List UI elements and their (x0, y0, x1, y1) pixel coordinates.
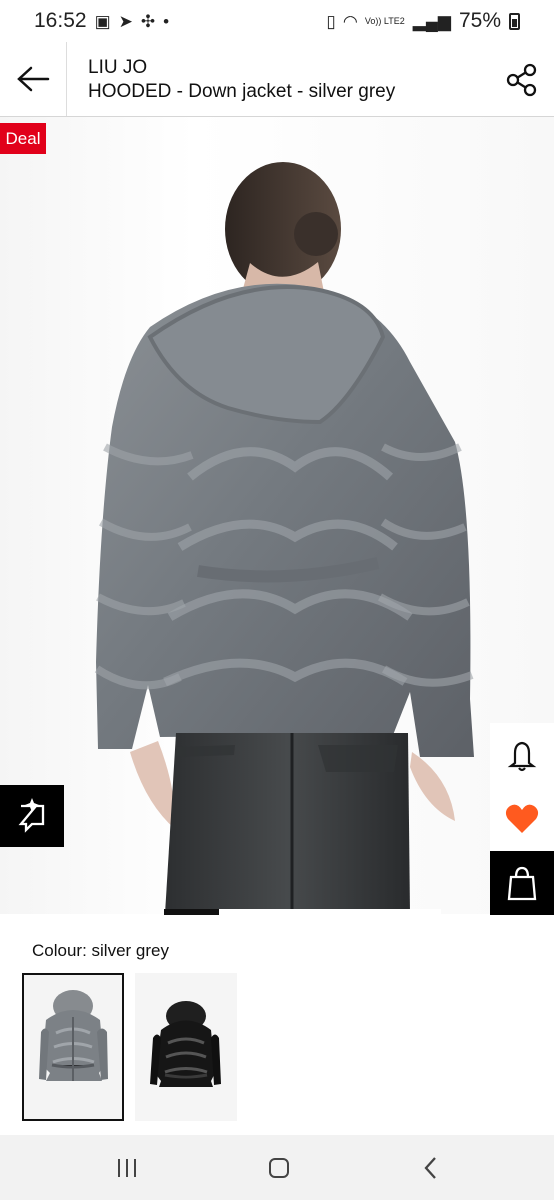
shopping-bag-icon (507, 866, 537, 901)
deal-badge: Deal (0, 123, 46, 154)
gallery-notification-icon: ▣ (94, 11, 111, 31)
app-notification-icon: ▯ (326, 11, 336, 31)
battery-percent: 75% (458, 9, 501, 32)
visual-search-icon (18, 798, 45, 833)
status-bar: 16:52 ▣ ➤ ✣ • ▯ ◜◝ Vo)) LTE2 ▂▄▆ 75% (0, 0, 554, 42)
share-button[interactable] (504, 62, 540, 98)
home-button[interactable] (264, 1153, 294, 1183)
share-icon (506, 63, 537, 97)
gallery-progress-active (164, 909, 220, 915)
notify-button[interactable] (490, 723, 554, 787)
network-label: Vo)) LTE2 (364, 15, 405, 26)
recent-apps-icon (118, 1158, 136, 1177)
back-button[interactable] (0, 42, 67, 116)
battery-icon (509, 12, 520, 30)
colour-swatch-silver-grey[interactable] (22, 973, 124, 1121)
product-title: LIU JO HOODED - Down jacket - silver gre… (88, 57, 478, 104)
favourite-button[interactable] (490, 787, 554, 851)
pinwheel-notification-icon: ✣ (140, 11, 156, 31)
brand-name: LIU JO (88, 57, 148, 78)
android-navigation-bar (0, 1135, 554, 1200)
system-back-button[interactable] (416, 1153, 446, 1183)
telegram-notification-icon: ➤ (118, 11, 133, 31)
status-left: 16:52 ▣ ➤ ✣ • (34, 9, 169, 33)
colour-swatch-black[interactable] (135, 973, 237, 1121)
silver-down-jacket-image (94, 162, 474, 914)
back-arrow-icon (17, 66, 50, 92)
black-jacket-thumbnail (150, 1001, 221, 1087)
bell-icon (507, 741, 537, 772)
colour-label: Colour: silver grey (32, 941, 169, 960)
recent-apps-button[interactable] (112, 1153, 142, 1183)
signal-icon: ▂▄▆ (412, 11, 451, 31)
wifi-icon: ◜◝ (343, 11, 357, 31)
gallery-progress (164, 909, 441, 915)
product-app-bar: LIU JO HOODED - Down jacket - silver gre… (0, 42, 554, 117)
product-image-gallery[interactable] (0, 117, 554, 914)
silver-jacket-thumbnail (39, 990, 108, 1081)
product-name: HOODED - Down jacket - silver grey (88, 81, 396, 102)
dot-notification-icon: • (163, 11, 170, 31)
heart-icon (505, 804, 539, 833)
add-to-bag-button[interactable] (490, 851, 554, 915)
visual-search-button[interactable] (0, 785, 64, 847)
home-icon (269, 1157, 289, 1178)
status-right: ▯ ◜◝ Vo)) LTE2 ▂▄▆ 75% (326, 9, 520, 33)
status-time: 16:52 (34, 9, 87, 32)
chevron-left-icon (424, 1156, 436, 1179)
